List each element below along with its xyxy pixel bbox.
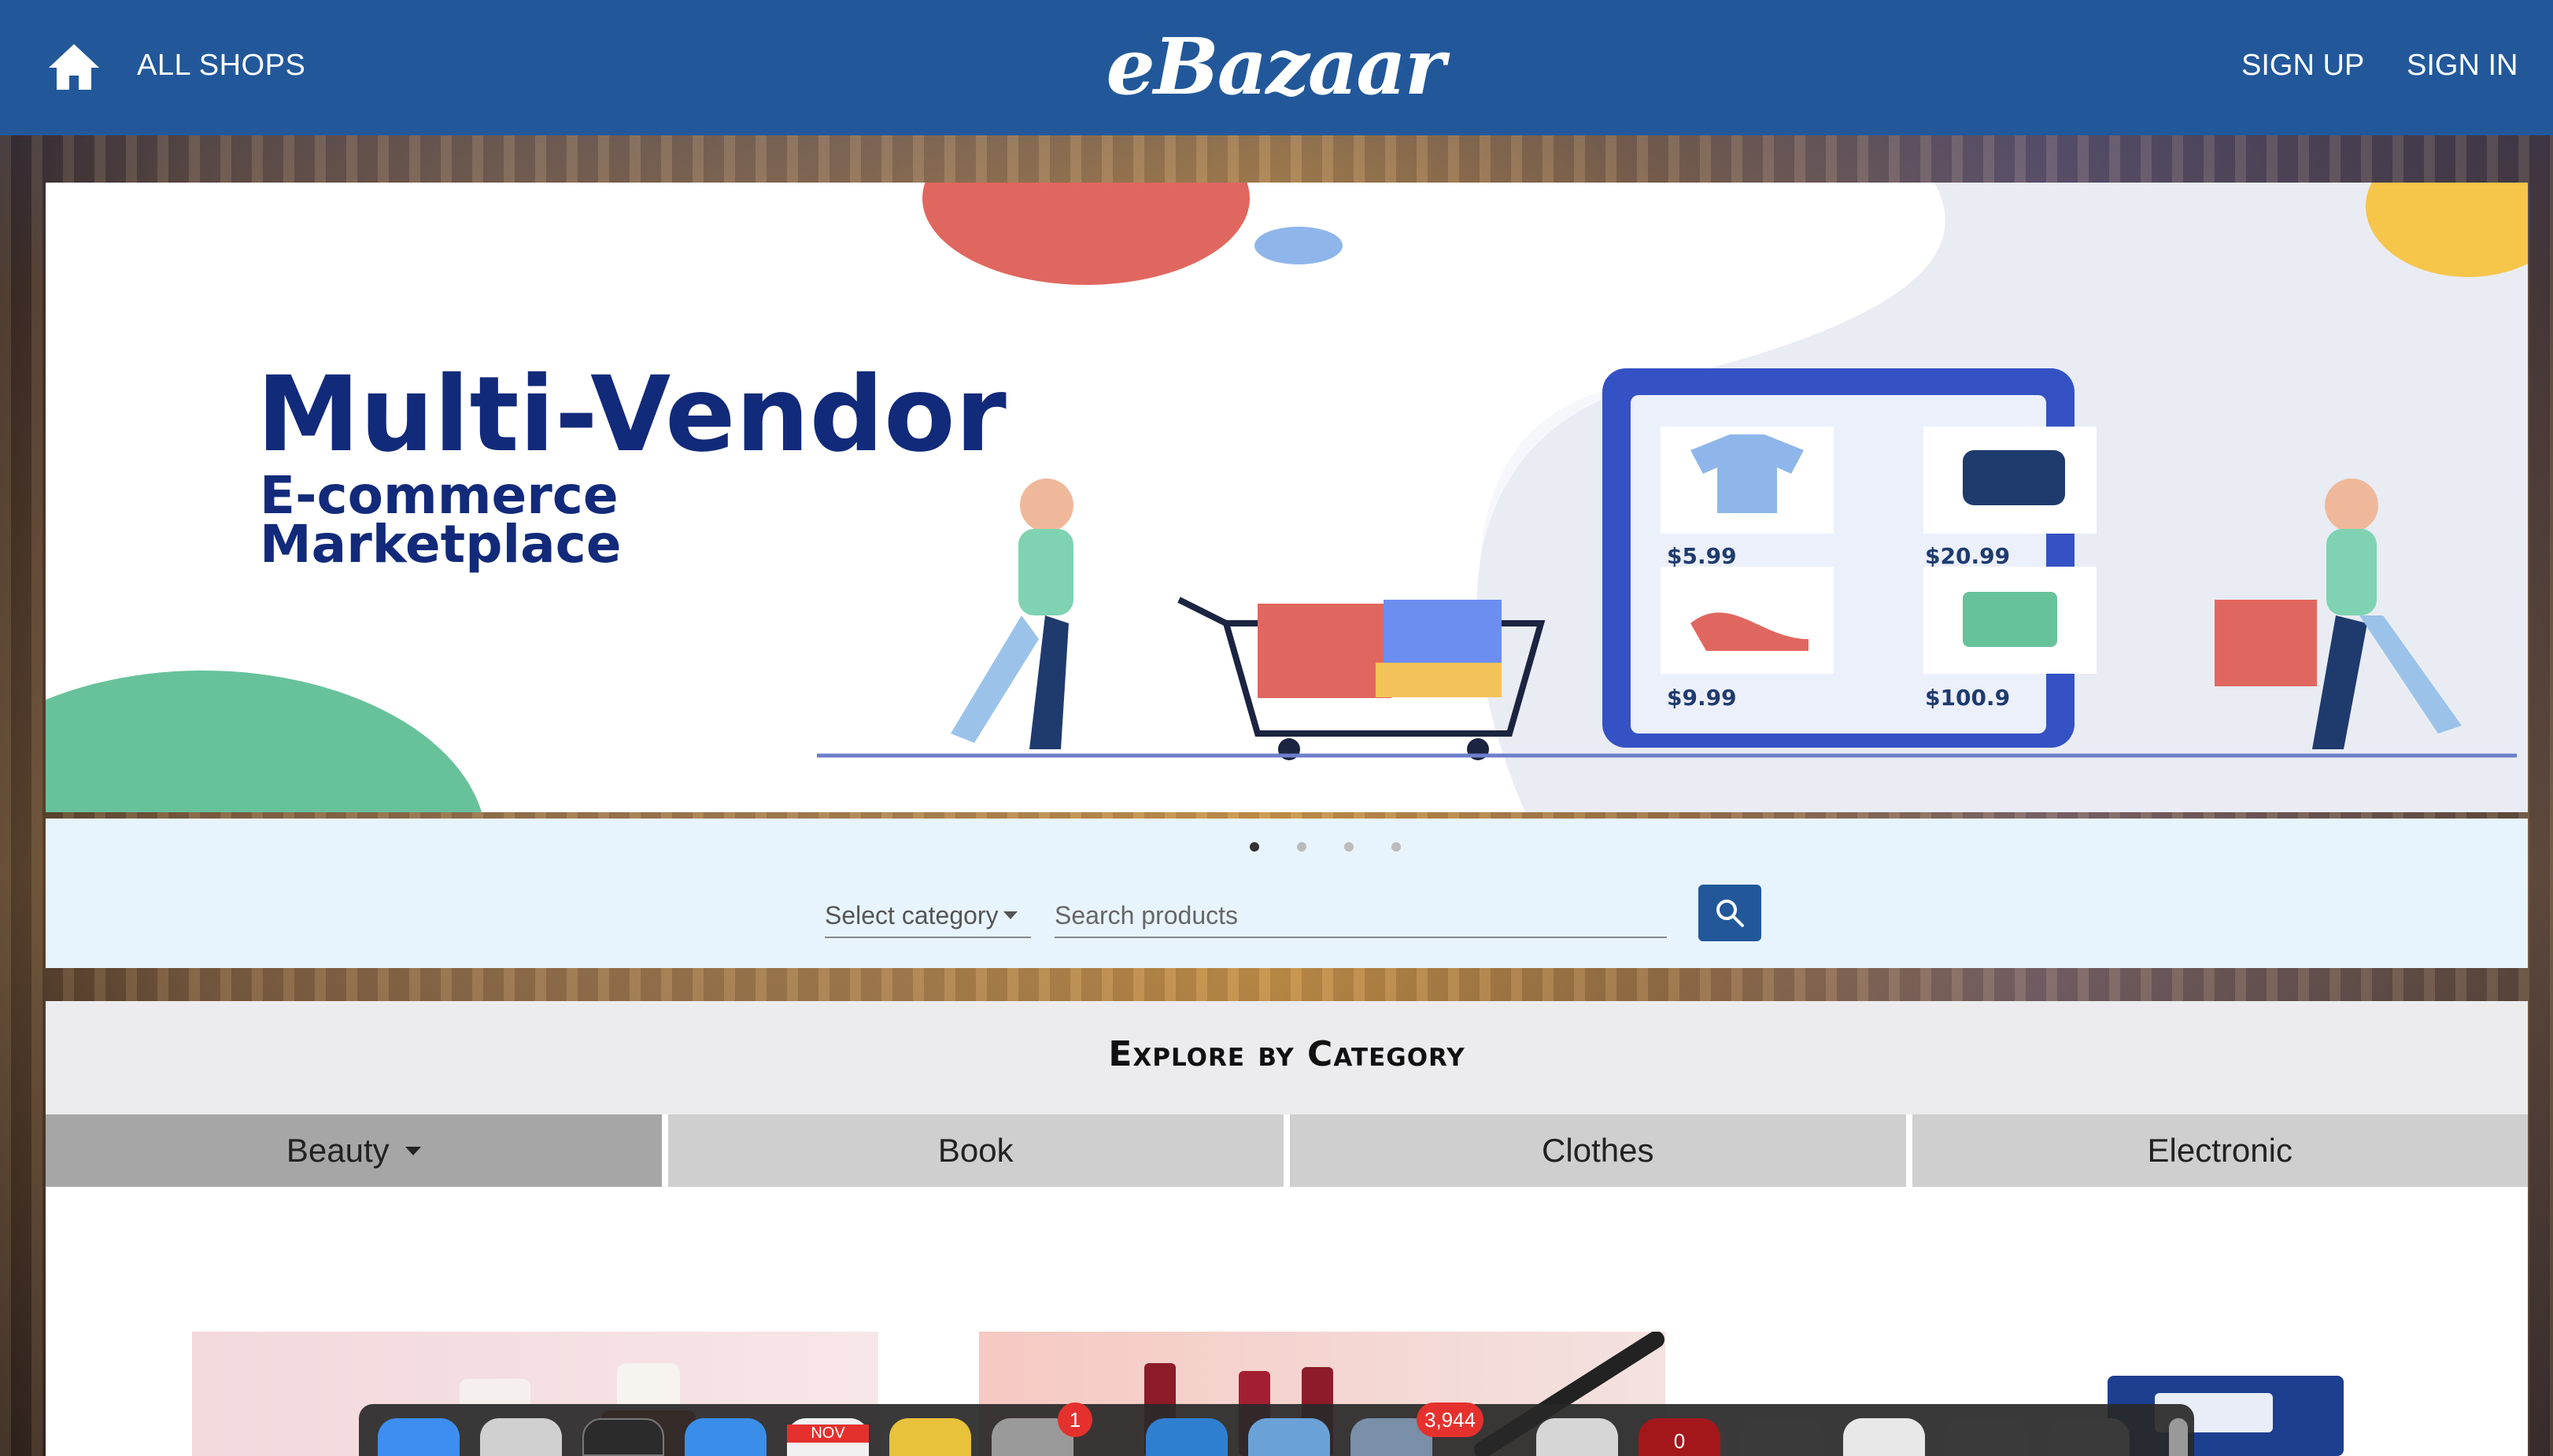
carousel-dot-3[interactable] <box>1344 842 1354 852</box>
macos-dock: NOV 1 3,944 0 <box>359 1402 2194 1456</box>
chevron-down-icon <box>405 1146 421 1155</box>
tab-electronic-label: Electronic <box>2147 1132 2293 1169</box>
hero-banner[interactable]: Multi-Vendor E-commerce Marketplace $5.9… <box>46 183 2528 812</box>
search-button[interactable] <box>1698 885 1761 941</box>
category-tabs: Beauty Book Clothes Electronic <box>46 1114 2528 1187</box>
document-icon[interactable] <box>1536 1418 1618 1456</box>
window-thumbnail-icon[interactable] <box>1843 1418 1925 1456</box>
brand-logo[interactable]: eBazaar <box>1102 22 1448 113</box>
terminal-icon[interactable] <box>582 1418 664 1456</box>
search-panel: Select category <box>46 819 2528 968</box>
launchpad-icon[interactable] <box>480 1418 562 1456</box>
sign-up-link[interactable]: SIGN UP <box>2241 49 2364 83</box>
preview-icon[interactable] <box>1248 1418 1330 1456</box>
explore-title: Explore by Category <box>1108 1034 1465 1074</box>
trash-icon[interactable] <box>2169 1418 2188 1456</box>
tab-electronic[interactable]: Electronic <box>1912 1114 2528 1187</box>
tab-clothes[interactable]: Clothes <box>1290 1114 1906 1187</box>
chrome-icon[interactable] <box>889 1418 971 1456</box>
category-select-label: Select category <box>825 900 999 929</box>
chevron-down-icon <box>1003 911 1018 919</box>
search-input[interactable] <box>1055 894 1667 938</box>
carousel-dot-4[interactable] <box>1391 842 1401 852</box>
tab-book[interactable]: Book <box>667 1114 1284 1187</box>
hero-subline-2: Marketplace <box>260 514 622 575</box>
home-icon[interactable] <box>46 41 102 93</box>
carousel-dot-2[interactable] <box>1297 842 1306 852</box>
vscode-icon[interactable] <box>1146 1418 1228 1456</box>
phone-storefront-illustration: $5.99 $20.99 $9.99 $100.9 <box>1602 368 2097 748</box>
safari-icon[interactable] <box>685 1418 767 1456</box>
explore-section: Explore by Category Beauty Book Clothes … <box>46 1001 2528 1456</box>
calendar-icon[interactable]: NOV <box>787 1418 869 1456</box>
system-preferences-badge: 1 <box>1058 1402 1092 1437</box>
carousel-dot-1[interactable] <box>1250 842 1259 852</box>
mail-badge: 3,944 <box>1417 1402 1484 1437</box>
sign-in-link[interactable]: SIGN IN <box>2407 49 2518 83</box>
hero-headline: Multi-Vendor <box>257 354 1007 475</box>
carousel-dots <box>1250 842 1401 852</box>
tab-book-label: Book <box>937 1132 1014 1169</box>
price-tag-1: $5.99 <box>1667 543 1737 569</box>
calendar-month: NOV <box>787 1425 869 1443</box>
tab-beauty-label: Beauty <box>286 1132 390 1169</box>
app-icon-count: 0 <box>1673 1429 1686 1453</box>
explore-header: Explore by Category <box>46 1001 2528 1114</box>
tab-beauty[interactable]: Beauty <box>46 1114 662 1187</box>
window-thumbnail-icon[interactable] <box>1945 1418 2027 1456</box>
search-icon <box>1716 900 1744 927</box>
finder-icon[interactable] <box>378 1418 460 1456</box>
hero-illustration: Multi-Vendor E-commerce Marketplace $5.9… <box>46 183 2528 812</box>
price-tag-4: $100.9 <box>1925 685 2010 711</box>
price-tag-2: $20.99 <box>1925 543 2010 569</box>
window-thumbnail-icon[interactable] <box>1741 1418 1823 1456</box>
tab-clothes-label: Clothes <box>1542 1132 1654 1169</box>
price-tag-3: $9.99 <box>1667 685 1737 711</box>
all-shops-link[interactable]: ALL SHOPS <box>137 49 305 83</box>
window-thumbnail-icon[interactable] <box>2048 1418 2130 1456</box>
category-select[interactable]: Select category <box>825 894 1031 938</box>
app-icon[interactable]: 0 <box>1639 1418 1720 1456</box>
top-navbar: ALL SHOPS eBazaar SIGN UP SIGN IN <box>0 0 2553 135</box>
